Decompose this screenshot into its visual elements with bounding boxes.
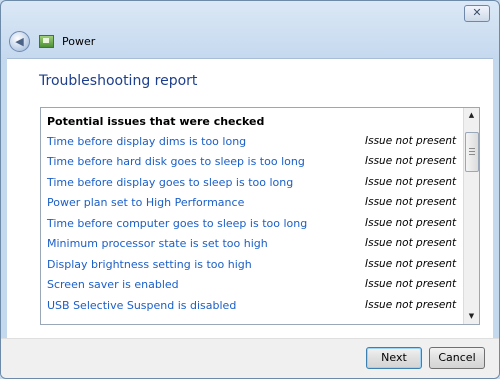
back-arrow-icon: ◀ xyxy=(15,34,24,48)
scroll-up-arrow-icon: ▲ xyxy=(468,111,475,119)
issue-row: USB Selective Suspend is disabled Issue … xyxy=(47,299,456,319)
issue-link[interactable]: Screen saver is enabled xyxy=(47,278,179,291)
report-list-header: Potential issues that were checked xyxy=(47,115,265,128)
issue-link[interactable]: Minimum processor state is set too high xyxy=(47,237,268,250)
issue-status: Issue not present xyxy=(365,217,457,229)
page-heading: Troubleshooting report xyxy=(39,73,198,89)
power-app-icon xyxy=(39,34,54,48)
issue-row: Minimum processor state is set too high … xyxy=(47,237,456,257)
issue-row: Screen saver is enabled Issue not presen… xyxy=(47,278,456,298)
button-bar: Next Cancel xyxy=(1,338,499,378)
issue-row: Time before computer goes to sleep is to… xyxy=(47,217,456,237)
issue-status: Issue not present xyxy=(365,299,457,311)
issue-link[interactable]: Time before computer goes to sleep is to… xyxy=(47,217,307,230)
issue-status: Issue not present xyxy=(365,176,457,188)
issue-row: Time before display goes to sleep is too… xyxy=(47,176,456,196)
troubleshooter-window: ✕ ◀ Power Troubleshooting report Potenti… xyxy=(0,0,500,379)
window-title: Power xyxy=(62,34,96,48)
thumb-grip xyxy=(469,151,475,152)
issue-link[interactable]: Time before display dims is too long xyxy=(47,135,246,148)
issue-status: Issue not present xyxy=(365,278,457,290)
issue-row: Time before hard disk goes to sleep is t… xyxy=(47,155,456,175)
scroll-down-button[interactable]: ▼ xyxy=(464,309,479,324)
issue-link[interactable]: Display brightness setting is too high xyxy=(47,258,252,271)
scroll-up-button[interactable]: ▲ xyxy=(464,108,479,123)
issue-link[interactable]: Time before display goes to sleep is too… xyxy=(47,176,293,189)
content-pane: Troubleshooting report Potential issues … xyxy=(7,58,493,338)
issue-status: Issue not present xyxy=(365,135,457,147)
issue-row: Display brightness setting is too high I… xyxy=(47,258,456,278)
cancel-button[interactable]: Cancel xyxy=(429,347,485,369)
back-button[interactable]: ◀ xyxy=(9,30,30,52)
issue-status: Issue not present xyxy=(365,155,457,167)
scroll-thumb[interactable] xyxy=(465,132,479,172)
thumb-grip xyxy=(469,154,475,155)
issue-link[interactable]: Power plan set to High Performance xyxy=(47,196,244,209)
issue-row: Time before display dims is too long Iss… xyxy=(47,135,456,155)
next-button[interactable]: Next xyxy=(366,347,422,369)
vertical-scrollbar[interactable]: ▲ ▼ xyxy=(463,108,479,324)
issue-row: Power plan set to High Performance Issue… xyxy=(47,196,456,216)
issue-link[interactable]: Time before hard disk goes to sleep is t… xyxy=(47,155,305,168)
nav-bar: ◀ Power xyxy=(9,29,95,53)
issue-link[interactable]: USB Selective Suspend is disabled xyxy=(47,299,236,312)
close-icon: ✕ xyxy=(472,6,482,19)
scroll-down-arrow-icon: ▼ xyxy=(468,312,475,320)
issue-status: Issue not present xyxy=(365,258,457,270)
thumb-grip xyxy=(469,148,475,149)
issue-status: Issue not present xyxy=(365,196,457,208)
issue-status: Issue not present xyxy=(365,237,457,249)
report-list: Potential issues that were checked Time … xyxy=(40,107,480,325)
close-button[interactable]: ✕ xyxy=(464,5,490,22)
